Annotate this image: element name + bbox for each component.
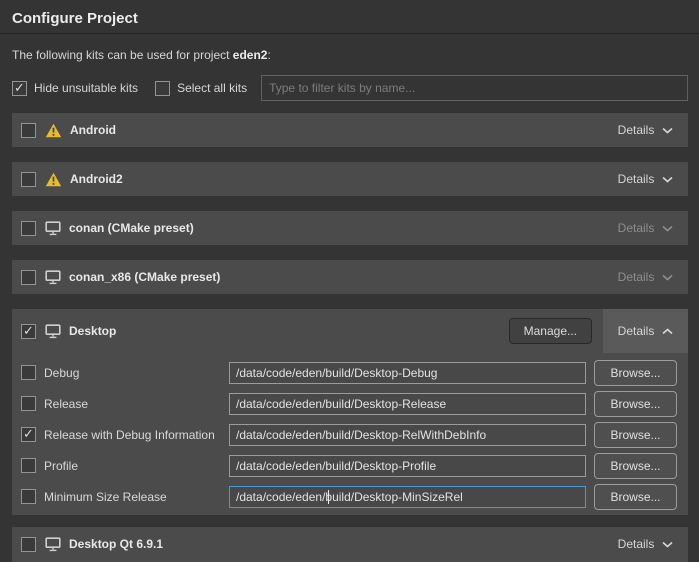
build-config-checkbox[interactable]	[21, 396, 36, 411]
build-config-label: Release with Debug Information	[44, 428, 229, 442]
warning-icon	[45, 172, 62, 187]
kit-section: Desktop Manage... Details Debug Browse..…	[12, 309, 688, 515]
kit-checkbox[interactable]	[21, 270, 36, 285]
build-config-row: Debug Browse...	[21, 357, 677, 388]
kit-name: Desktop	[69, 324, 116, 338]
details-toggle[interactable]: Details	[603, 162, 688, 196]
build-dir-field-wrap	[229, 393, 586, 415]
kit-name: Android2	[70, 172, 123, 186]
build-dir-input[interactable]	[229, 486, 586, 508]
build-dir-field-wrap	[229, 486, 586, 508]
kit-header: Desktop Qt 6.9.1 Details	[12, 527, 688, 561]
kit-header: conan (CMake preset) Details	[12, 211, 688, 245]
build-config-row: Release Browse...	[21, 388, 677, 419]
select-all-group: Select all kits	[155, 81, 247, 96]
hide-unsuitable-group: Hide unsuitable kits	[12, 81, 138, 96]
kit-section: Android Details	[12, 113, 688, 147]
kit-section: conan_x86 (CMake preset) Details	[12, 260, 688, 294]
kit-filter-bar: Hide unsuitable kits Select all kits	[12, 75, 688, 101]
build-dir-input[interactable]	[229, 393, 586, 415]
build-config-label: Minimum Size Release	[44, 490, 229, 504]
kit-header: conan_x86 (CMake preset) Details	[12, 260, 688, 294]
build-config-row: Release with Debug Information Browse...	[21, 419, 677, 450]
warning-icon	[45, 123, 62, 138]
kit-name: Android	[70, 123, 116, 137]
desktop-icon	[45, 221, 61, 236]
details-label: Details	[618, 537, 655, 551]
details-label: Details	[618, 221, 655, 235]
kit-section: Desktop Qt 6.9.1 Details	[12, 527, 688, 561]
kits-info-text: The following kits can be used for proje…	[12, 48, 688, 62]
build-dir-field-wrap	[229, 424, 586, 446]
details-toggle[interactable]: Details	[603, 113, 688, 147]
desktop-icon	[45, 537, 61, 552]
browse-button[interactable]: Browse...	[594, 391, 677, 417]
kit-section: Android2 Details	[12, 162, 688, 196]
build-config-checkbox[interactable]	[21, 427, 36, 442]
details-toggle[interactable]: Details	[603, 260, 688, 294]
kit-name: conan_x86 (CMake preset)	[69, 270, 220, 284]
desktop-icon	[45, 270, 61, 285]
kit-list: Android Details	[12, 113, 688, 561]
build-config-label: Release	[44, 397, 229, 411]
kit-checkbox[interactable]	[21, 537, 36, 552]
kit-checkbox[interactable]	[21, 221, 36, 236]
hide-unsuitable-label: Hide unsuitable kits	[34, 81, 138, 95]
build-dir-input[interactable]	[229, 424, 586, 446]
kit-name: conan (CMake preset)	[69, 221, 194, 235]
project-name: eden2	[233, 48, 268, 62]
manage-button[interactable]: Manage...	[509, 318, 592, 344]
chevron-icon	[662, 328, 673, 335]
select-all-checkbox[interactable]	[155, 81, 170, 96]
hide-unsuitable-checkbox[interactable]	[12, 81, 27, 96]
chevron-icon	[662, 225, 673, 232]
kit-checkbox[interactable]	[21, 172, 36, 187]
build-config-label: Debug	[44, 366, 229, 380]
kit-header: Android Details	[12, 113, 688, 147]
build-dir-input[interactable]	[229, 455, 586, 477]
kit-header: Android2 Details	[12, 162, 688, 196]
details-label: Details	[618, 123, 655, 137]
kit-header: Desktop Manage... Details	[12, 309, 688, 353]
build-dir-field-wrap	[229, 362, 586, 384]
details-label: Details	[618, 172, 655, 186]
kit-checkbox[interactable]	[21, 123, 36, 138]
build-dir-field-wrap	[229, 455, 586, 477]
details-toggle[interactable]: Details	[603, 211, 688, 245]
page-title: Configure Project	[12, 9, 688, 28]
details-label: Details	[618, 324, 655, 338]
desktop-icon	[45, 324, 61, 339]
details-label: Details	[618, 270, 655, 284]
build-config-checkbox[interactable]	[21, 489, 36, 504]
text-cursor	[328, 490, 329, 504]
kits-info-suffix: :	[267, 48, 270, 62]
kit-section: conan (CMake preset) Details	[12, 211, 688, 245]
build-dir-input[interactable]	[229, 362, 586, 384]
build-config-checkbox[interactable]	[21, 365, 36, 380]
kit-checkbox[interactable]	[21, 324, 36, 339]
title-separator	[0, 33, 699, 34]
browse-button[interactable]: Browse...	[594, 453, 677, 479]
details-toggle[interactable]: Details	[603, 309, 688, 353]
select-all-label: Select all kits	[177, 81, 247, 95]
chevron-icon	[662, 176, 673, 183]
build-config-row: Minimum Size Release Browse...	[21, 481, 677, 512]
browse-button[interactable]: Browse...	[594, 484, 677, 510]
build-config-row: Profile Browse...	[21, 450, 677, 481]
build-config-label: Profile	[44, 459, 229, 473]
build-config-checkbox[interactable]	[21, 458, 36, 473]
chevron-icon	[662, 541, 673, 548]
kit-name: Desktop Qt 6.9.1	[69, 537, 163, 551]
browse-button[interactable]: Browse...	[594, 422, 677, 448]
kits-info-prefix: The following kits can be used for proje…	[12, 48, 233, 62]
kit-filter-input[interactable]	[261, 75, 688, 101]
kit-build-configs: Debug Browse... Release Browse... Releas…	[12, 353, 688, 515]
chevron-icon	[662, 274, 673, 281]
browse-button[interactable]: Browse...	[594, 360, 677, 386]
chevron-icon	[662, 127, 673, 134]
details-toggle[interactable]: Details	[603, 527, 688, 561]
